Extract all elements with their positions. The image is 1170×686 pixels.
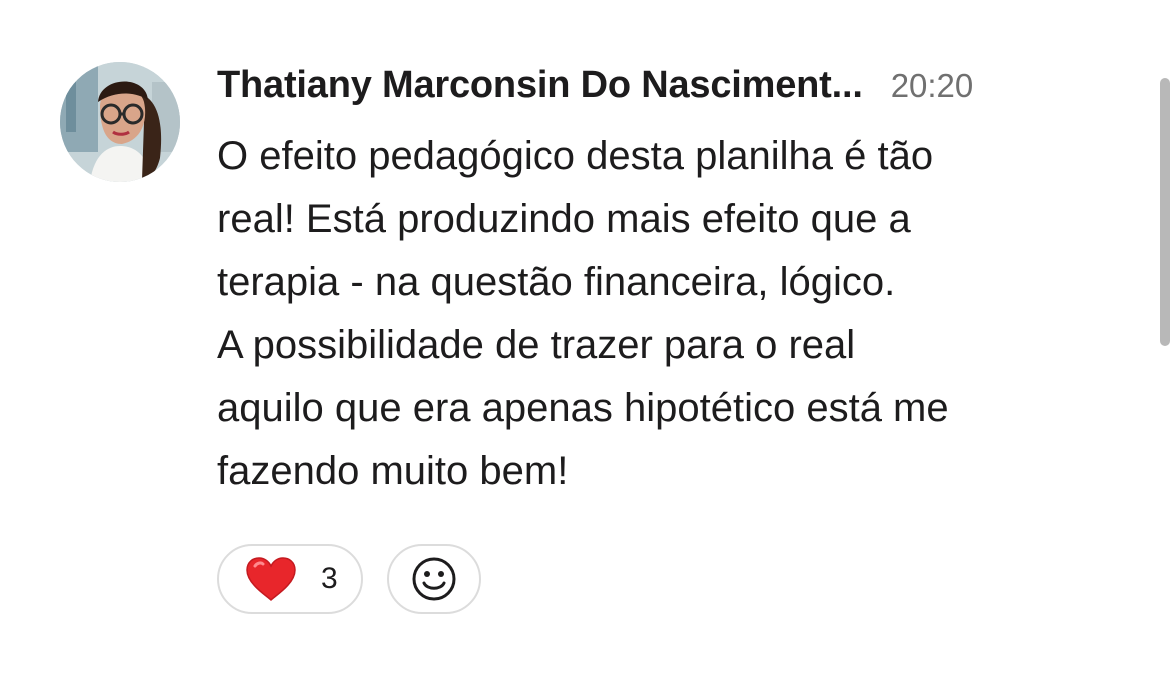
chat-view: Thatiany Marconsin Do Nasciment... 20:20… (0, 0, 1170, 686)
author-name[interactable]: Thatiany Marconsin Do Nasciment... (217, 64, 863, 107)
add-reaction-button[interactable] (387, 544, 481, 614)
chat-message: Thatiany Marconsin Do Nasciment... 20:20… (0, 0, 1150, 686)
message-text: O efeito pedagógico desta planilha é tão… (217, 125, 1097, 503)
avatar-photo (60, 62, 180, 182)
message-line: aquilo que era apenas hipotético está me (217, 386, 949, 430)
heart-reaction-button[interactable]: 3 (217, 544, 363, 614)
message-line: real! Está produzindo mais efeito que a (217, 197, 911, 241)
smiley-face-icon (412, 557, 456, 601)
message-line: fazendo muito bem! (217, 449, 569, 493)
reactions-bar: 3 (217, 544, 481, 618)
avatar[interactable] (60, 62, 180, 182)
scrollbar-thumb[interactable] (1160, 78, 1170, 346)
message-timestamp[interactable]: 20:20 (891, 67, 974, 105)
message-line: A possibilidade de trazer para o real (217, 323, 856, 367)
message-header: Thatiany Marconsin Do Nasciment... 20:20 (217, 64, 1077, 114)
message-line: terapia - na questão financeira, lógico. (217, 260, 896, 304)
reaction-count: 3 (321, 562, 338, 595)
message-line: O efeito pedagógico desta planilha é tão (217, 134, 934, 178)
red-heart-icon (246, 557, 296, 602)
